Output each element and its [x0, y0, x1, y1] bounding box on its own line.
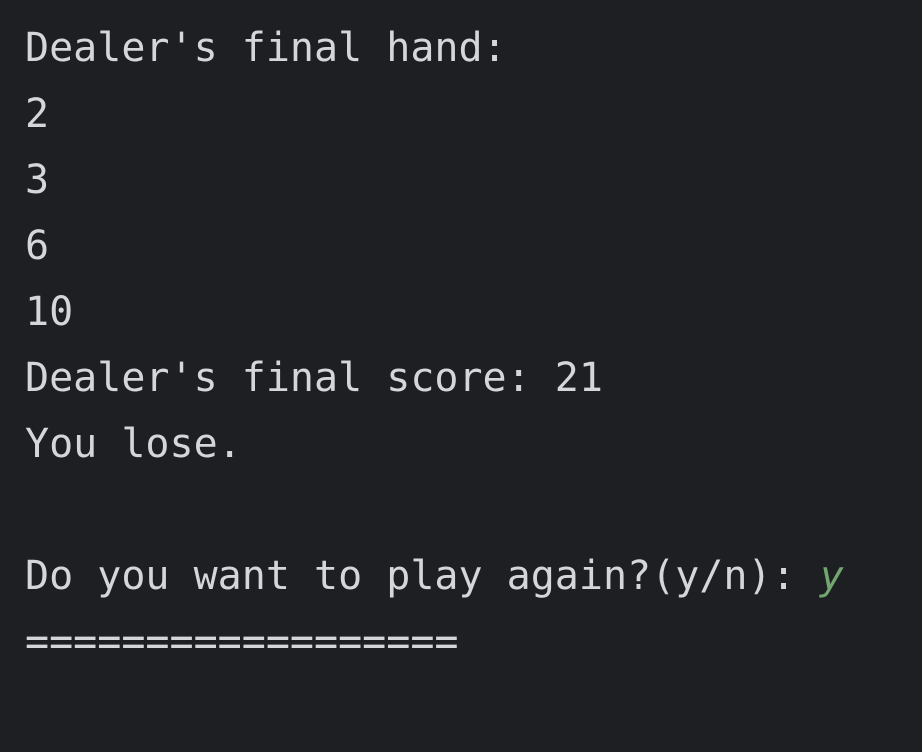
console-output[interactable]: Dealer's final hand: 2 3 6 10 Dealer's f…	[0, 0, 922, 752]
dealer-card-value: 3	[25, 157, 50, 203]
dealer-card-value: 2	[25, 91, 50, 137]
user-input-echo[interactable]: y	[820, 553, 844, 599]
dealer-final-hand-heading: Dealer's final hand:	[25, 25, 507, 71]
separator-line: ==================	[25, 619, 459, 665]
dealer-final-score: Dealer's final score: 21	[25, 355, 603, 401]
dealer-card-value: 6	[25, 223, 50, 269]
dealer-card-value: 10	[25, 289, 74, 335]
game-result-message: You lose.	[25, 421, 242, 467]
play-again-prompt-line[interactable]: Do you want to play again?(y/n): y	[25, 543, 922, 609]
play-again-prompt: Do you want to play again?(y/n):	[25, 553, 820, 599]
